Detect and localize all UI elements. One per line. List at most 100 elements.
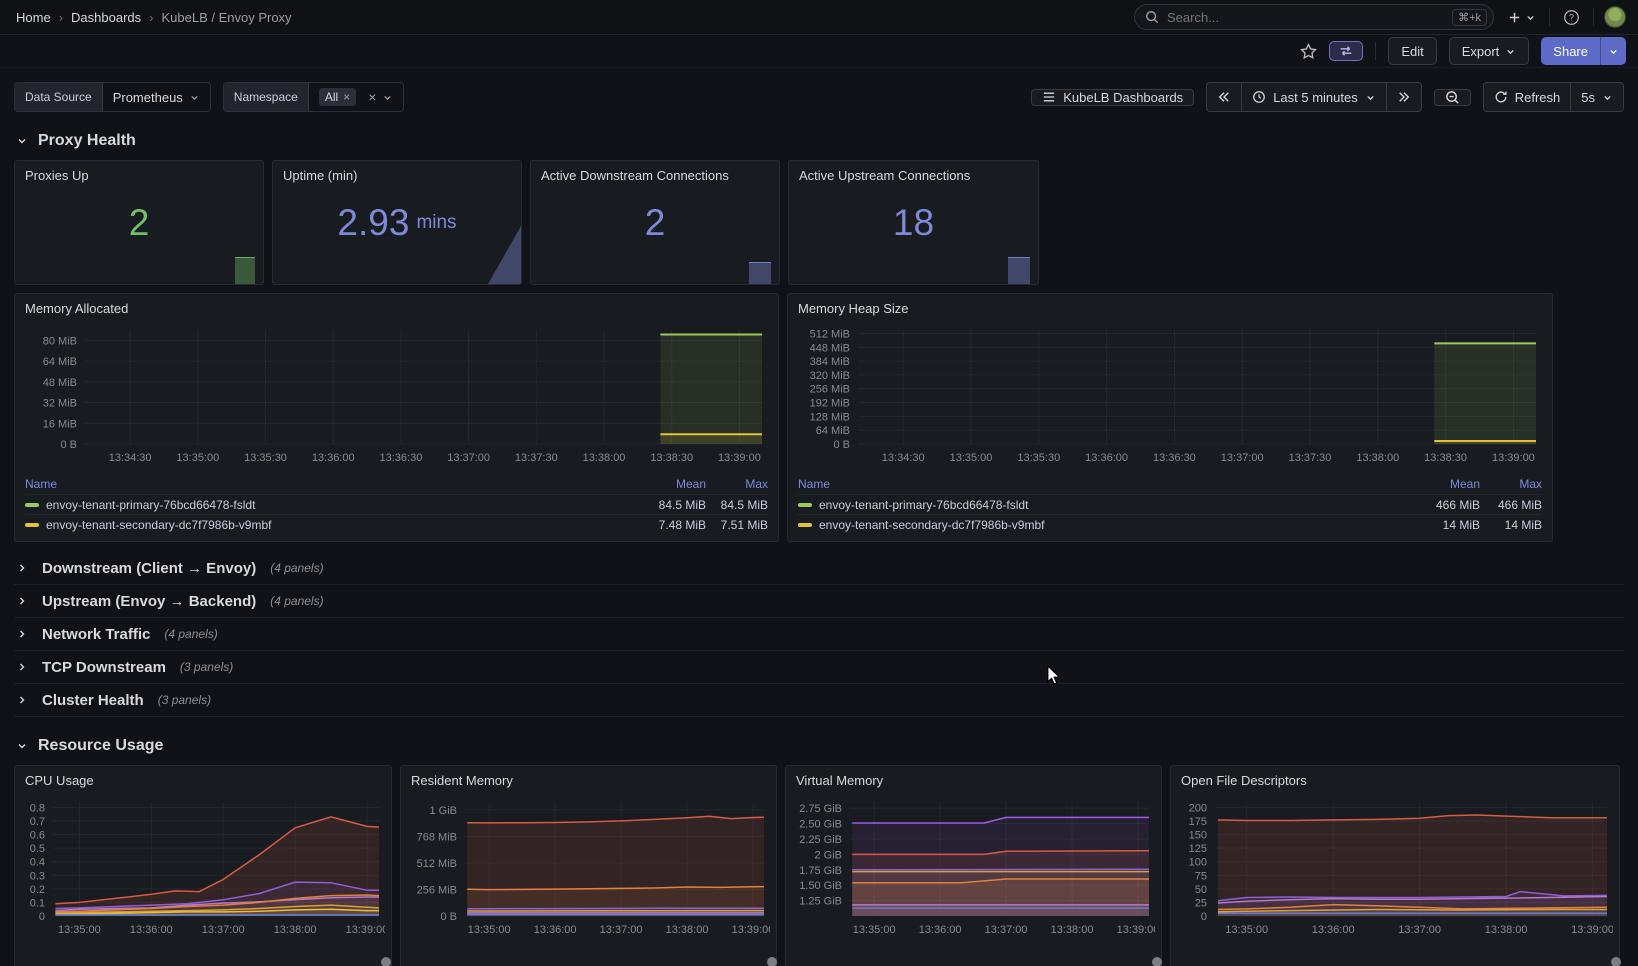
section-upstream[interactable]: Upstream (Envoy → Backend) (4 panels) — [14, 585, 1624, 618]
export-button[interactable]: Export — [1449, 37, 1530, 65]
stat-panel-active-upstream: Active Upstream Connections 18 — [788, 160, 1039, 285]
panel-title[interactable]: Resident Memory — [401, 766, 776, 792]
svg-text:1.75 GiB: 1.75 GiB — [799, 865, 842, 877]
time-forward-button[interactable] — [1387, 82, 1422, 112]
stat-value: 18 — [893, 204, 934, 241]
legend-column-mean[interactable]: Mean — [644, 477, 706, 491]
panel-title[interactable]: Virtual Memory — [786, 766, 1161, 792]
refresh-label: Refresh — [1515, 90, 1561, 105]
section-title: Upstream (Envoy → Backend) — [42, 593, 256, 610]
kubelb-dashboards-button[interactable]: KubeLB Dashboards — [1031, 89, 1194, 106]
svg-text:13:36:00: 13:36:00 — [312, 452, 355, 464]
legend-row[interactable]: envoy-tenant-primary-76bcd66478-fsldt466… — [798, 494, 1542, 514]
svg-text:13:38:30: 13:38:30 — [1424, 452, 1467, 464]
chevron-down-icon — [1608, 46, 1619, 57]
breadcrumb-home[interactable]: Home — [16, 10, 51, 25]
svg-text:512 MiB: 512 MiB — [417, 858, 457, 870]
legend-column-max[interactable]: Max — [1480, 477, 1542, 491]
svg-text:0.7: 0.7 — [30, 816, 45, 828]
avatar[interactable] — [1604, 6, 1626, 28]
kubelb-dashboards-label: KubeLB Dashboards — [1063, 90, 1183, 105]
data-source-select[interactable]: Prometheus — [103, 83, 210, 111]
chevron-right-icon — [16, 661, 28, 673]
section-title: TCP Downstream — [42, 659, 166, 676]
namespace-chip-all[interactable]: All × — [319, 88, 356, 106]
search-input-wrap[interactable]: ⌘+k — [1134, 4, 1494, 30]
clear-all-icon[interactable]: × — [368, 89, 376, 105]
chevron-right-icon — [16, 694, 28, 706]
zoom-out-button[interactable] — [1434, 89, 1471, 106]
panel-scroll-indicator[interactable] — [381, 957, 391, 966]
share-dropdown-button[interactable] — [1600, 37, 1626, 65]
chevron-right-icon — [16, 628, 28, 640]
legend-row[interactable]: envoy-tenant-primary-76bcd66478-fsldt84.… — [25, 494, 768, 514]
legend-column-max[interactable]: Max — [706, 477, 768, 491]
svg-text:13:39:00: 13:39:00 — [346, 924, 385, 936]
svg-text:13:37:30: 13:37:30 — [515, 452, 558, 464]
svg-text:13:37:00: 13:37:00 — [1398, 924, 1441, 936]
series-name: envoy-tenant-secondary-dc7f7986b-v9mbf — [46, 518, 271, 532]
shared-dashboard-toggle[interactable] — [1329, 41, 1363, 61]
section-cluster-health[interactable]: Cluster Health (3 panels) — [14, 684, 1624, 717]
panel-count: (3 panels) — [180, 660, 233, 674]
panel-scroll-indicator[interactable] — [767, 957, 777, 966]
section-tcp-downstream[interactable]: TCP Downstream (3 panels) — [14, 651, 1624, 684]
svg-text:0.1: 0.1 — [30, 897, 45, 909]
stat-panel-uptime: Uptime (min) 2.93mins — [272, 160, 522, 285]
add-new-button[interactable] — [1504, 7, 1539, 28]
svg-text:13:38:00: 13:38:00 — [1356, 452, 1399, 464]
stat-panel-proxies-up: Proxies Up 2 — [14, 160, 264, 285]
panel-scroll-indicator[interactable] — [1611, 957, 1621, 966]
series-color-marker — [798, 503, 812, 507]
svg-text:13:34:30: 13:34:30 — [109, 452, 152, 464]
svg-text:0 B: 0 B — [440, 911, 457, 923]
svg-text:13:35:30: 13:35:30 — [244, 452, 287, 464]
breadcrumb: Home › Dashboards › KubeLB / Envoy Proxy — [16, 10, 292, 25]
time-range-picker[interactable]: Last 5 minutes — [1242, 82, 1387, 112]
series-color-marker — [25, 523, 39, 527]
legend-column-name[interactable]: Name — [798, 477, 1418, 491]
section-title: Proxy Health — [38, 132, 136, 150]
help-button[interactable]: ? — [1560, 6, 1583, 29]
resident-memory-panel: Resident Memory 13:35:0013:36:0013:37:00… — [400, 765, 777, 966]
section-downstream[interactable]: Downstream (Client → Envoy) (4 panels) — [14, 552, 1624, 585]
svg-text:13:36:30: 13:36:30 — [1153, 452, 1196, 464]
series-name: envoy-tenant-secondary-dc7f7986b-v9mbf — [819, 518, 1044, 532]
breadcrumb-dashboards[interactable]: Dashboards — [71, 10, 141, 25]
divider — [1593, 8, 1594, 26]
plus-icon — [1507, 10, 1522, 25]
panel-title[interactable]: Open File Descriptors — [1171, 766, 1619, 792]
section-network-traffic[interactable]: Network Traffic (4 panels) — [14, 618, 1624, 651]
refresh-button[interactable]: Refresh — [1483, 82, 1572, 112]
section-proxy-health[interactable]: Proxy Health — [16, 132, 1624, 150]
legend-column-name[interactable]: Name — [25, 477, 644, 491]
legend-column-mean[interactable]: Mean — [1418, 477, 1480, 491]
remove-chip-icon[interactable]: × — [343, 90, 350, 104]
share-button[interactable]: Share — [1541, 37, 1600, 65]
dashboard-controls: Data Source Prometheus Namespace All × × — [14, 82, 1624, 112]
star-button[interactable] — [1300, 43, 1317, 60]
svg-text:50: 50 — [1195, 884, 1207, 896]
panel-title[interactable]: Memory Allocated — [15, 294, 778, 320]
section-title: Network Traffic — [42, 626, 150, 643]
panel-scroll-indicator[interactable] — [1152, 957, 1162, 966]
panel-title[interactable]: Memory Heap Size — [788, 294, 1552, 320]
svg-text:0.4: 0.4 — [30, 857, 45, 869]
svg-text:2 GiB: 2 GiB — [814, 849, 842, 861]
namespace-select[interactable]: All × × — [309, 83, 404, 111]
panel-count: (4 panels) — [270, 561, 323, 575]
svg-text:13:38:00: 13:38:00 — [1051, 924, 1094, 936]
search-input[interactable] — [1167, 10, 1444, 25]
panel-title[interactable]: CPU Usage — [15, 766, 391, 792]
double-chevron-right-icon — [1397, 91, 1411, 103]
dashboard-toolbar: Edit Export Share — [0, 35, 1638, 68]
panel-count: (3 panels) — [158, 693, 211, 707]
resource-charts-row: CPU Usage 13:35:0013:36:0013:37:0013:38:… — [14, 765, 1624, 966]
legend-row[interactable]: envoy-tenant-secondary-dc7f7986b-v9mbf14… — [798, 514, 1542, 534]
time-back-button[interactable] — [1206, 82, 1242, 112]
section-resource-usage[interactable]: Resource Usage — [16, 737, 1624, 755]
edit-button[interactable]: Edit — [1388, 37, 1436, 65]
refresh-interval-select[interactable]: 5s — [1571, 82, 1624, 112]
legend-row[interactable]: envoy-tenant-secondary-dc7f7986b-v9mbf7.… — [25, 514, 768, 534]
search-icon — [1145, 10, 1159, 24]
